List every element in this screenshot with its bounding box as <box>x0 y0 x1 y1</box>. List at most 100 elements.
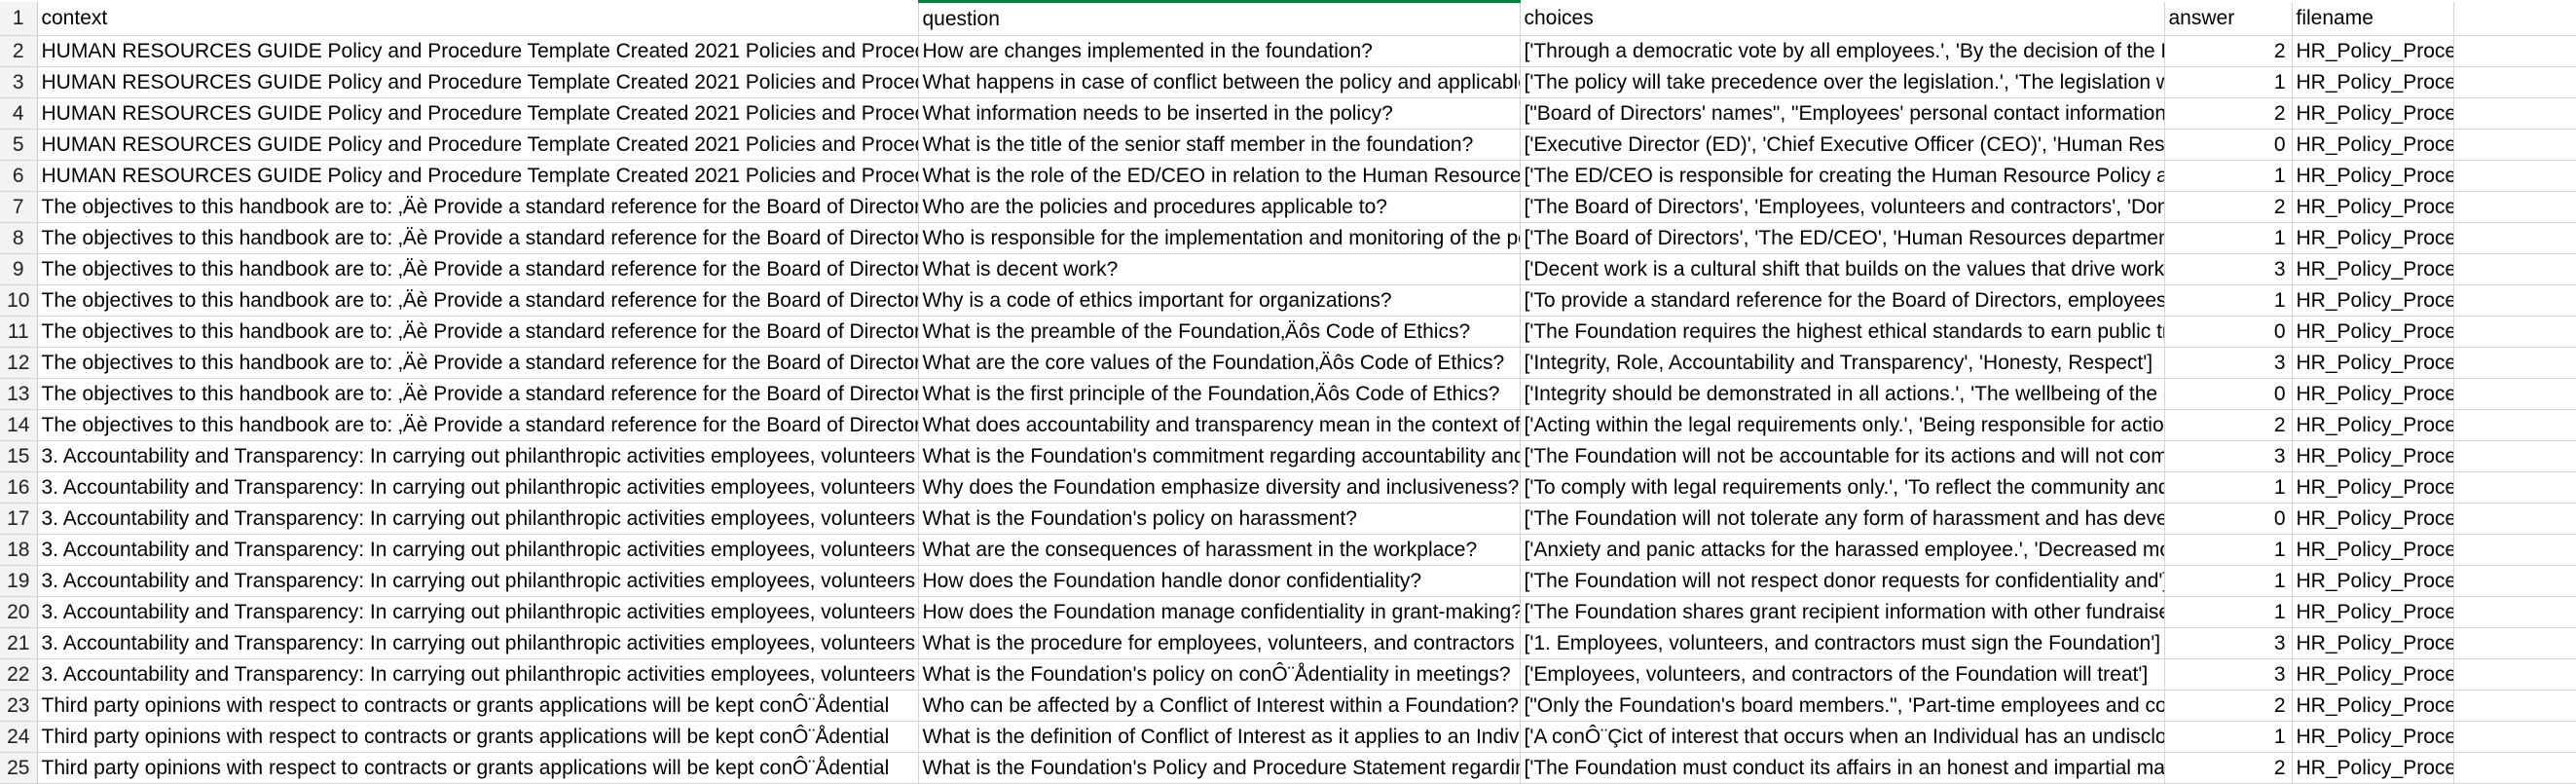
filename-cell[interactable]: HR_Policy_Procedures.pdf <box>2292 503 2454 535</box>
filename-cell[interactable]: HR_Policy_Procedures.pdf <box>2292 721 2454 753</box>
filename-cell[interactable]: HR_Policy_Procedures.pdf <box>2292 596 2454 628</box>
row-header[interactable]: 13 <box>0 378 38 410</box>
context-cell[interactable]: 3. Accountability and Transparency: In c… <box>37 565 919 597</box>
question-cell[interactable]: What is the title of the senior staff me… <box>918 129 1521 161</box>
context-cell[interactable]: 3. Accountability and Transparency: In c… <box>37 503 919 535</box>
question-cell[interactable]: Who is responsible for the implementatio… <box>918 222 1521 254</box>
context-cell[interactable]: The objectives to this handbook are to: … <box>37 316 919 348</box>
choices-cell[interactable]: ["Only the Foundation's board members.",… <box>1520 690 2165 722</box>
answer-cell[interactable]: 2 <box>2164 409 2293 441</box>
question-cell[interactable]: Who are the policies and procedures appl… <box>918 191 1521 223</box>
context-cell[interactable]: 3. Accountability and Transparency: In c… <box>37 596 919 628</box>
empty-cell[interactable] <box>2453 378 2576 410</box>
choices-cell[interactable]: ['To provide a standard reference for th… <box>1520 284 2165 317</box>
row-header[interactable]: 16 <box>0 471 38 504</box>
context-cell[interactable]: The objectives to this handbook are to: … <box>37 191 919 223</box>
row-header[interactable]: 2 <box>0 35 38 67</box>
row-header[interactable]: 12 <box>0 347 38 379</box>
filename-cell[interactable]: HR_Policy_Procedures.pdf <box>2292 627 2454 659</box>
context-cell[interactable]: The objectives to this handbook are to: … <box>37 378 919 410</box>
context-cell[interactable]: 3. Accountability and Transparency: In c… <box>37 627 919 659</box>
choices-cell[interactable]: ['The Foundation must conduct its affair… <box>1520 752 2165 784</box>
empty-cell[interactable] <box>2453 721 2576 753</box>
choices-cell[interactable]: ['Through a democratic vote by all emplo… <box>1520 35 2165 67</box>
answer-cell[interactable]: 1 <box>2164 222 2293 254</box>
filename-cell[interactable]: HR_Policy_Procedures.pdf <box>2292 471 2454 504</box>
question-cell[interactable]: How are changes implemented in the found… <box>918 35 1521 67</box>
question-cell[interactable]: What are the core values of the Foundati… <box>918 347 1521 379</box>
row-header[interactable]: 18 <box>0 534 38 566</box>
question-cell[interactable]: What is the procedure for employees, vol… <box>918 627 1521 659</box>
answer-cell[interactable]: 1 <box>2164 284 2293 317</box>
choices-cell[interactable]: ['A conÔ¨Çict of interest that occurs wh… <box>1520 721 2165 753</box>
header-cell-context[interactable]: context <box>37 1 919 36</box>
row-header[interactable]: 20 <box>0 596 38 628</box>
choices-cell[interactable]: ['The Board of Directors', 'Employees, v… <box>1520 191 2165 223</box>
choices-cell[interactable]: ['The Foundation will not respect donor … <box>1520 565 2165 597</box>
empty-cell[interactable] <box>2453 222 2576 254</box>
filename-cell[interactable]: HR_Policy_Procedures.pdf <box>2292 347 2454 379</box>
row-header[interactable]: 17 <box>0 503 38 535</box>
empty-cell[interactable] <box>2453 752 2576 784</box>
context-cell[interactable]: The objectives to this handbook are to: … <box>37 347 919 379</box>
question-cell[interactable]: What is the Foundation's commitment rega… <box>918 440 1521 472</box>
choices-cell[interactable]: ['The Board of Directors', 'The ED/CEO',… <box>1520 222 2165 254</box>
choices-cell[interactable]: ['Anxiety and panic attacks for the hara… <box>1520 534 2165 566</box>
answer-cell[interactable]: 1 <box>2164 66 2293 98</box>
answer-cell[interactable]: 1 <box>2164 471 2293 504</box>
question-cell[interactable]: What is the preamble of the Foundation‚Ä… <box>918 316 1521 348</box>
filename-cell[interactable]: HR_Policy_Procedures.pdf <box>2292 690 2454 722</box>
question-cell[interactable]: What does accountability and transparenc… <box>918 409 1521 441</box>
empty-cell[interactable] <box>2453 35 2576 67</box>
context-cell[interactable]: The objectives to this handbook are to: … <box>37 253 919 285</box>
row-header[interactable]: 25 <box>0 752 38 784</box>
question-cell[interactable]: What is the Foundation's policy on haras… <box>918 503 1521 535</box>
row-header[interactable]: 8 <box>0 222 38 254</box>
row-header[interactable]: 11 <box>0 316 38 348</box>
filename-cell[interactable]: HR_Policy_Procedures.pdf <box>2292 752 2454 784</box>
filename-cell[interactable]: HR_Policy_Procedures.pdf <box>2292 66 2454 98</box>
empty-cell[interactable] <box>2453 66 2576 98</box>
answer-cell[interactable]: 3 <box>2164 347 2293 379</box>
answer-cell[interactable]: 1 <box>2164 160 2293 192</box>
filename-cell[interactable]: HR_Policy_Procedures.pdf <box>2292 378 2454 410</box>
answer-cell[interactable]: 2 <box>2164 191 2293 223</box>
answer-cell[interactable]: 3 <box>2164 440 2293 472</box>
context-cell[interactable]: HUMAN RESOURCES GUIDE Policy and Procedu… <box>37 160 919 192</box>
answer-cell[interactable]: 3 <box>2164 658 2293 691</box>
answer-cell[interactable]: 2 <box>2164 97 2293 130</box>
empty-cell[interactable] <box>2453 1 2576 36</box>
choices-cell[interactable]: ['Integrity should be demonstrated in al… <box>1520 378 2165 410</box>
choices-cell[interactable]: ['The Foundation requires the highest et… <box>1520 316 2165 348</box>
question-cell[interactable]: What is the role of the ED/CEO in relati… <box>918 160 1521 192</box>
context-cell[interactable]: The objectives to this handbook are to: … <box>37 284 919 317</box>
question-cell[interactable]: What is decent work? <box>918 253 1521 285</box>
empty-cell[interactable] <box>2453 347 2576 379</box>
empty-cell[interactable] <box>2453 160 2576 192</box>
empty-cell[interactable] <box>2453 284 2576 317</box>
context-cell[interactable]: 3. Accountability and Transparency: In c… <box>37 471 919 504</box>
context-cell[interactable]: Third party opinions with respect to con… <box>37 721 919 753</box>
context-cell[interactable]: 3. Accountability and Transparency: In c… <box>37 534 919 566</box>
filename-cell[interactable]: HR_Policy_Procedures.pdf <box>2292 160 2454 192</box>
filename-cell[interactable]: HR_Policy_Procedures.pdf <box>2292 191 2454 223</box>
choices-cell[interactable]: ['The ED/CEO is responsible for creating… <box>1520 160 2165 192</box>
context-cell[interactable]: The objectives to this handbook are to: … <box>37 222 919 254</box>
choices-cell[interactable]: ['Integrity, Role, Accountability and Tr… <box>1520 347 2165 379</box>
context-cell[interactable]: Third party opinions with respect to con… <box>37 690 919 722</box>
empty-cell[interactable] <box>2453 440 2576 472</box>
empty-cell[interactable] <box>2453 565 2576 597</box>
filename-cell[interactable]: HR_Policy_Procedures.pdf <box>2292 409 2454 441</box>
choices-cell[interactable]: ['Executive Director (ED)', 'Chief Execu… <box>1520 129 2165 161</box>
filename-cell[interactable]: HR_Policy_Procedures.pdf <box>2292 565 2454 597</box>
choices-cell[interactable]: ["Board of Directors' names", "Employees… <box>1520 97 2165 130</box>
filename-cell[interactable]: HR_Policy_Procedures.pdf <box>2292 658 2454 691</box>
row-header[interactable]: 9 <box>0 253 38 285</box>
choices-cell[interactable]: ['Decent work is a cultural shift that b… <box>1520 253 2165 285</box>
answer-cell[interactable]: 3 <box>2164 253 2293 285</box>
answer-cell[interactable]: 0 <box>2164 503 2293 535</box>
answer-cell[interactable]: 0 <box>2164 129 2293 161</box>
empty-cell[interactable] <box>2453 627 2576 659</box>
question-cell[interactable]: What information needs to be inserted in… <box>918 97 1521 130</box>
filename-cell[interactable]: HR_Policy_Procedures.pdf <box>2292 222 2454 254</box>
